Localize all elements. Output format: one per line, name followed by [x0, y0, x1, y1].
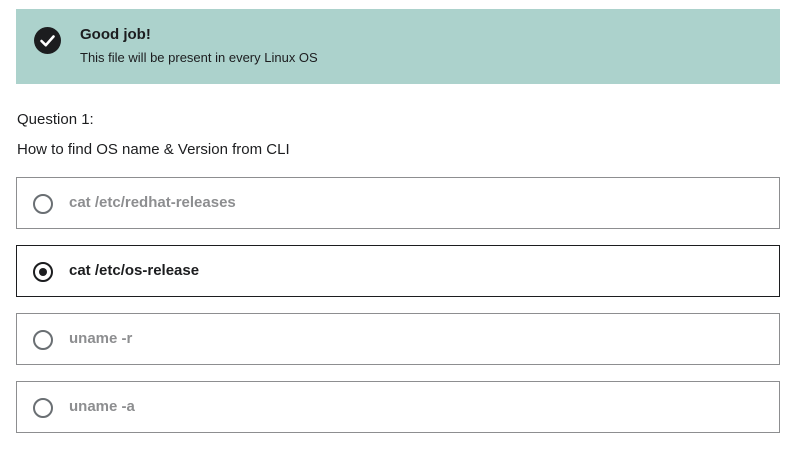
check-circle-icon	[34, 27, 61, 54]
alert-message: This file will be present in every Linux…	[80, 50, 318, 65]
radio-button[interactable]	[33, 398, 53, 418]
answer-option-label: cat /etc/redhat-releases	[69, 194, 236, 211]
radio-button[interactable]	[33, 330, 53, 350]
answer-options: cat /etc/redhat-releases cat /etc/os-rel…	[16, 177, 780, 449]
answer-option-label: uname -r	[69, 330, 133, 347]
answer-option-2[interactable]: cat /etc/os-release	[16, 245, 780, 297]
question-number: Question 1:	[17, 111, 94, 128]
quiz-page: Good job! This file will be present in e…	[0, 0, 805, 451]
question-prompt: How to find OS name & Version from CLI	[17, 141, 290, 158]
answer-option-label: uname -a	[69, 398, 135, 415]
answer-option-label: cat /etc/os-release	[69, 262, 200, 279]
alert-title: Good job!	[80, 26, 151, 43]
answer-option-4[interactable]: uname -a	[16, 381, 780, 433]
radio-button[interactable]	[33, 262, 53, 282]
answer-option-1[interactable]: cat /etc/redhat-releases	[16, 177, 780, 229]
radio-button[interactable]	[33, 194, 53, 214]
feedback-alert: Good job! This file will be present in e…	[16, 9, 780, 84]
radio-dot	[39, 268, 47, 276]
answer-option-3[interactable]: uname -r	[16, 313, 780, 365]
